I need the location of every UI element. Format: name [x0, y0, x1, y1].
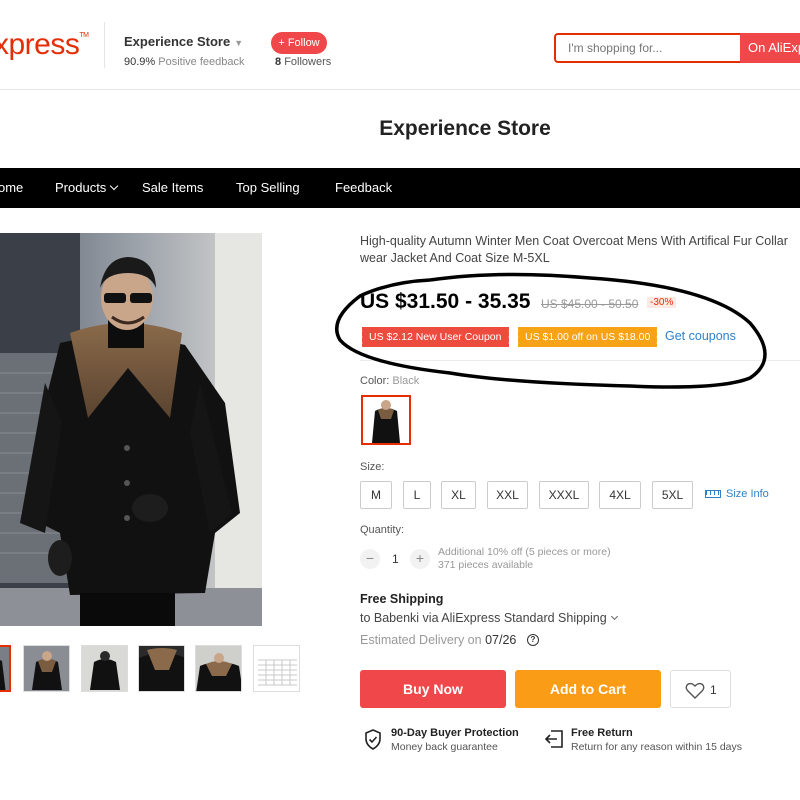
store-feedback: 90.9% Positive feedback [124, 56, 244, 68]
free-return-subtitle: Return for any reason within 15 days [571, 741, 743, 753]
estimated-delivery: Estimated Delivery on 07/26 [360, 633, 517, 647]
store-name-link[interactable]: Experience Store ▼ [124, 34, 243, 49]
question-icon[interactable]: ? [527, 634, 539, 646]
header-divider [104, 22, 105, 68]
heart-icon [685, 682, 705, 699]
store-nav: ome Products Sale Items Top Selling Feed… [0, 168, 800, 208]
nav-products[interactable]: Products [55, 180, 119, 195]
nav-feedback[interactable]: Feedback [335, 180, 392, 195]
get-coupons-link[interactable]: Get coupons [665, 329, 736, 343]
thumbnail-3[interactable] [81, 645, 128, 692]
size-option-xxxl[interactable]: XXXL [539, 481, 589, 509]
shipping-method-select[interactable]: to Babenki via AliExpress Standard Shipp… [360, 611, 618, 625]
main-product-image[interactable] [0, 233, 262, 626]
chevron-down-icon [110, 181, 119, 191]
original-price: US $45.00 - 50.50 [541, 297, 639, 311]
discount-badge: -30% [647, 297, 677, 308]
buy-now-button[interactable]: Buy Now [360, 670, 506, 708]
quantity-decrease-button[interactable]: − [360, 549, 380, 569]
thumbnail-2[interactable] [23, 645, 70, 692]
divider [360, 360, 800, 361]
size-option-l[interactable]: L [403, 481, 431, 509]
color-swatch-black[interactable] [361, 395, 411, 445]
thumbnail-5[interactable] [195, 645, 242, 692]
size-label: Size: [360, 461, 385, 473]
nav-home[interactable]: ome [0, 180, 23, 195]
quantity-note: Additional 10% off (5 pieces or more) 37… [438, 546, 611, 571]
buyer-protection-subtitle: Money back guarantee [391, 741, 498, 753]
buyer-protection-title: 90-Day Buyer Protection [391, 727, 519, 739]
wishlist-count: 1 [710, 683, 717, 697]
search-input[interactable] [554, 33, 740, 63]
search-button[interactable]: On AliExp [740, 33, 800, 63]
chevron-down-icon [610, 612, 618, 621]
follow-button[interactable]: + Follow [271, 32, 327, 54]
size-info-link[interactable]: Size Info [705, 488, 769, 500]
ruler-icon [705, 490, 721, 498]
shield-icon [365, 729, 381, 750]
add-to-cart-button[interactable]: Add to Cart [515, 670, 661, 708]
thumbnail-size-chart[interactable] [253, 645, 300, 692]
size-option-xl[interactable]: XL [441, 481, 476, 509]
nav-sale-items[interactable]: Sale Items [142, 180, 203, 195]
new-user-coupon[interactable]: US $2.12 New User Coupon [360, 327, 509, 347]
top-bar: xpressTM Experience Store ▼ 90.9% Positiv… [0, 0, 800, 90]
size-option-4xl[interactable]: 4XL [599, 481, 641, 509]
wishlist-button[interactable]: 1 [670, 670, 731, 708]
shipping-title: Free Shipping [360, 592, 444, 606]
size-option-5xl[interactable]: 5XL [652, 481, 693, 509]
quantity-label: Quantity: [360, 524, 405, 536]
thumbnail-4[interactable] [138, 645, 185, 692]
thumbnail-1[interactable] [0, 645, 11, 692]
aliexpress-logo[interactable]: xpressTM [0, 28, 89, 62]
size-option-xxl[interactable]: XXL [487, 481, 528, 509]
free-return-title: Free Return [571, 727, 633, 739]
product-title: High-quality Autumn Winter Men Coat Over… [360, 234, 788, 265]
nav-top-selling[interactable]: Top Selling [236, 180, 300, 195]
followers-count: 8 Followers [275, 56, 332, 68]
color-label: Color: Black [360, 375, 420, 387]
store-coupon[interactable]: US $1.00 off on US $18.00 [515, 327, 658, 347]
product-price: US $31.50 - 35.35 [360, 290, 531, 313]
feedback-percent: 90.9% [124, 56, 156, 68]
quantity-increase-button[interactable]: + [410, 549, 430, 569]
store-title: Experience Store [379, 117, 551, 140]
return-icon [544, 730, 563, 748]
chevron-down-icon: ▼ [234, 38, 244, 48]
quantity-value[interactable]: 1 [392, 552, 399, 566]
size-option-m[interactable]: M [360, 481, 392, 509]
feedback-label: Positive feedback [158, 56, 245, 68]
